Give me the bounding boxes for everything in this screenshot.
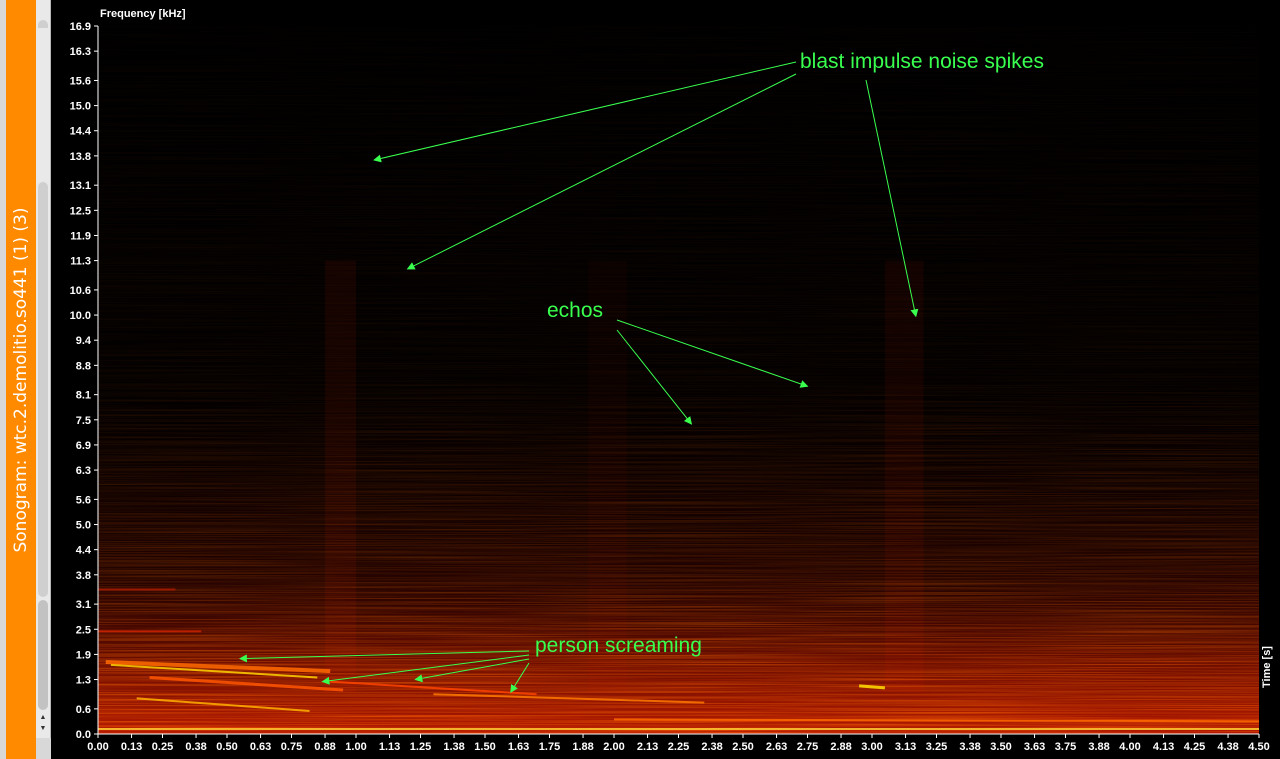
impulse-column <box>325 260 356 693</box>
x-tick-label: 1.63 <box>508 741 529 753</box>
x-tick-label: 1.25 <box>410 741 431 753</box>
spectral-streak <box>858 684 886 690</box>
y-tick-label: 11.3 <box>70 256 91 268</box>
y-tick-label: 3.1 <box>76 599 91 611</box>
y-tick-label: 15.6 <box>70 75 91 87</box>
y-tick-label: 5.0 <box>76 520 91 532</box>
sonogram-window: Sonogram: wtc.2.demolitio.so441 (1) (3) … <box>0 0 1280 759</box>
y-tick-label: 13.8 <box>70 151 91 163</box>
x-tick-label: 2.38 <box>701 741 722 753</box>
x-tick-label: 4.13 <box>1153 741 1174 753</box>
x-tick-label: 2.75 <box>797 741 818 753</box>
scrollbar-lower-segment <box>38 600 48 710</box>
arrow-up-icon[interactable]: ▲ <box>39 713 47 722</box>
y-tick-label: 4.4 <box>76 545 92 557</box>
sonogram-side-tab[interactable]: Sonogram: wtc.2.demolitio.so441 (1) (3) <box>6 0 36 759</box>
x-tick-label: 3.13 <box>895 741 916 753</box>
x-tick-label: 0.38 <box>185 741 206 753</box>
x-tick-label: 0.00 <box>87 741 108 753</box>
y-tick-label: 10.0 <box>70 310 91 322</box>
y-tick-label: 9.4 <box>76 335 92 347</box>
x-tick-label: 2.63 <box>766 741 787 753</box>
x-tick-label: 4.38 <box>1217 741 1238 753</box>
impulse-column <box>588 261 627 693</box>
y-tick-label: 3.8 <box>76 570 91 582</box>
y-tick-label: 8.8 <box>76 360 91 372</box>
heatmap-fade <box>98 26 1259 734</box>
y-tick-label: 14.4 <box>70 126 92 138</box>
x-tick-label: 3.50 <box>990 741 1011 753</box>
x-tick-label: 0.25 <box>152 741 173 753</box>
x-tick-label: 0.50 <box>216 741 237 753</box>
y-tick-label: 6.9 <box>76 440 91 452</box>
x-tick-label: 4.25 <box>1184 741 1205 753</box>
x-tick-label: 3.88 <box>1088 741 1109 753</box>
x-tick-label: 2.25 <box>668 741 689 753</box>
x-tick-label: 3.75 <box>1055 741 1076 753</box>
y-tick-label: 15.0 <box>70 101 91 113</box>
x-tick-label: 0.88 <box>314 741 335 753</box>
y-tick-label: 12.5 <box>70 205 91 217</box>
y-tick-label: 1.3 <box>76 675 91 687</box>
arrow-down-icon[interactable]: ▼ <box>39 724 47 733</box>
x-tick-label: 4.50 <box>1248 741 1269 753</box>
y-tick-label: 6.3 <box>76 465 91 477</box>
x-tick-label: 1.50 <box>474 741 495 753</box>
annotation-echos-label: echos <box>547 299 604 322</box>
x-tick-label: 0.63 <box>250 741 271 753</box>
impulse-column <box>884 260 924 693</box>
y-tick-label: 13.1 <box>70 180 91 192</box>
x-tick-label: 1.00 <box>345 741 366 753</box>
x-tick-label: 2.00 <box>603 741 624 753</box>
x-tick-label: 2.50 <box>732 741 753 753</box>
x-tick-label: 1.38 <box>443 741 464 753</box>
sonogram-plot[interactable]: 0.0 0.6 1.3 1.9 2.5 3.1 3.8 4.4 5.0 5.6 6.3 6.9 7.5 8… <box>51 0 1280 759</box>
x-tick-label: 1.75 <box>539 741 560 753</box>
y-tick-label: 2.5 <box>76 624 91 636</box>
x-tick-label: 3.00 <box>861 741 882 753</box>
annotation-blast-label: blast impulse noise spikes <box>800 50 1044 73</box>
scrollbar-thumb[interactable] <box>38 182 48 597</box>
spectrogram-heatmap <box>98 26 1260 734</box>
y-tick-label: 8.1 <box>76 390 91 402</box>
x-tick-label: 2.88 <box>830 741 851 753</box>
x-tick-label: 3.63 <box>1024 741 1045 753</box>
y-tick-label: 0.6 <box>76 704 91 716</box>
y-tick-label: 1.9 <box>76 649 91 661</box>
time-axis-title: Time [s] <box>1261 646 1273 688</box>
vertical-scrollbar[interactable]: ▲ ▼ <box>36 0 51 738</box>
x-tick-label: 3.25 <box>926 741 947 753</box>
x-tick-label: 1.13 <box>379 741 400 753</box>
sonogram-title: Sonogram: wtc.2.demolitio.so441 (1) (3) <box>11 207 31 553</box>
scrollbar-top-cap <box>38 20 48 28</box>
x-tick-label: 1.88 <box>572 741 593 753</box>
y-tick-label: 16.3 <box>70 46 91 58</box>
x-tick-label: 0.75 <box>281 741 302 753</box>
frequency-axis-title: Frequency [kHz] <box>100 8 186 20</box>
y-tick-label: 0.0 <box>76 729 91 741</box>
annotation-scream-label: person screaming <box>535 634 702 657</box>
x-tick-label: 3.38 <box>959 741 980 753</box>
y-tick-label: 10.6 <box>70 285 91 297</box>
x-tick-label: 0.13 <box>121 741 142 753</box>
x-tick-label: 2.13 <box>637 741 658 753</box>
y-tick-label: 11.9 <box>70 230 91 242</box>
y-tick-label: 5.6 <box>76 494 91 506</box>
y-tick-label: 16.9 <box>70 21 91 33</box>
x-tick-label: 4.00 <box>1119 741 1140 753</box>
y-tick-label: 7.5 <box>76 415 91 427</box>
